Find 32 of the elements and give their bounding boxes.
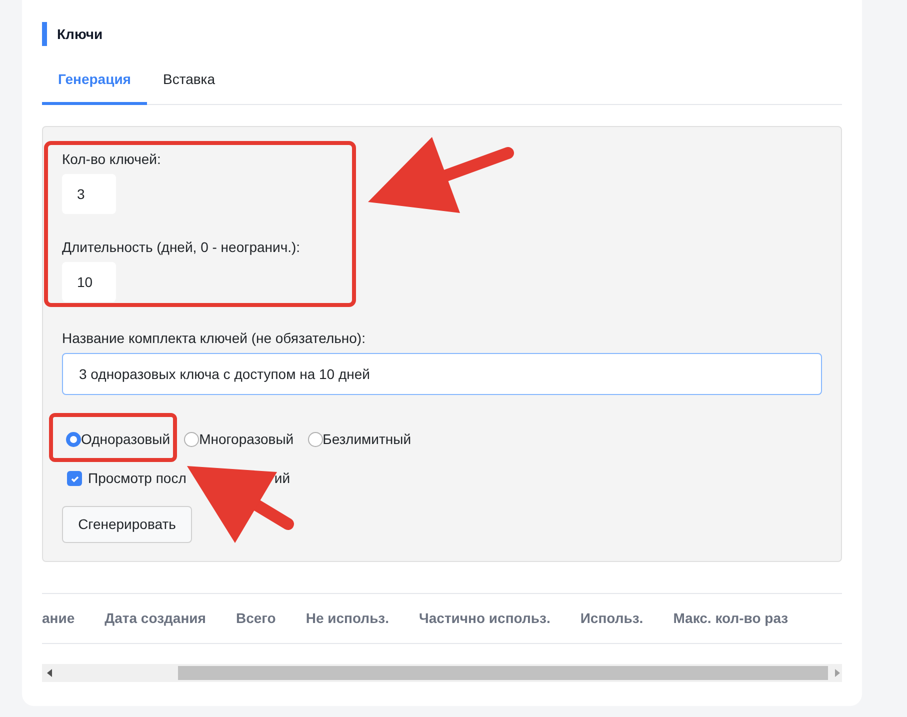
column-header: Частично использ.	[419, 609, 550, 628]
radio-label: Многоразовый	[199, 430, 294, 449]
input-field[interactable]: 3 одноразовых ключа с доступом на 10 дней	[62, 353, 822, 395]
radio-label: Одноразовый	[81, 430, 170, 449]
column-header: Использ.	[580, 609, 644, 628]
checkbox[interactable]	[67, 471, 82, 486]
checkbox-label: ий	[274, 469, 290, 488]
input-field[interactable]: 10	[62, 262, 116, 302]
column-header: Макс. кол-во раз	[673, 609, 788, 628]
radio-button[interactable]	[184, 432, 200, 447]
checkbox-label: Просмотр посл	[88, 469, 186, 488]
check-icon	[70, 474, 80, 484]
column-header: Всего	[236, 609, 276, 628]
radio-button[interactable]	[308, 432, 323, 447]
tab[interactable]: Вставка	[146, 57, 232, 105]
field-label: Название комплекта ключей (не обязательно):	[62, 329, 366, 348]
scrollbar[interactable]	[42, 664, 842, 682]
accent-bar	[42, 22, 47, 46]
tab[interactable]: Генерация	[42, 57, 147, 105]
column-header: ание	[42, 609, 75, 628]
left-arrow-icon	[47, 669, 53, 677]
right-arrow-icon	[834, 669, 840, 677]
scrollbar-thumb[interactable]	[178, 666, 828, 680]
input-field[interactable]: 3	[62, 174, 116, 214]
generate-button[interactable]: Сгенерировать	[62, 506, 192, 543]
radio-button[interactable]	[66, 432, 81, 447]
radio-label: Безлимитный	[322, 430, 412, 449]
field-label: Кол-во ключей:	[62, 150, 162, 169]
column-header: Дата создания	[104, 609, 206, 628]
column-header: Не использ.	[306, 609, 390, 628]
field-label: Длительность (дней, 0 - неогранич.):	[62, 238, 302, 257]
section-title: Ключи	[57, 24, 103, 44]
